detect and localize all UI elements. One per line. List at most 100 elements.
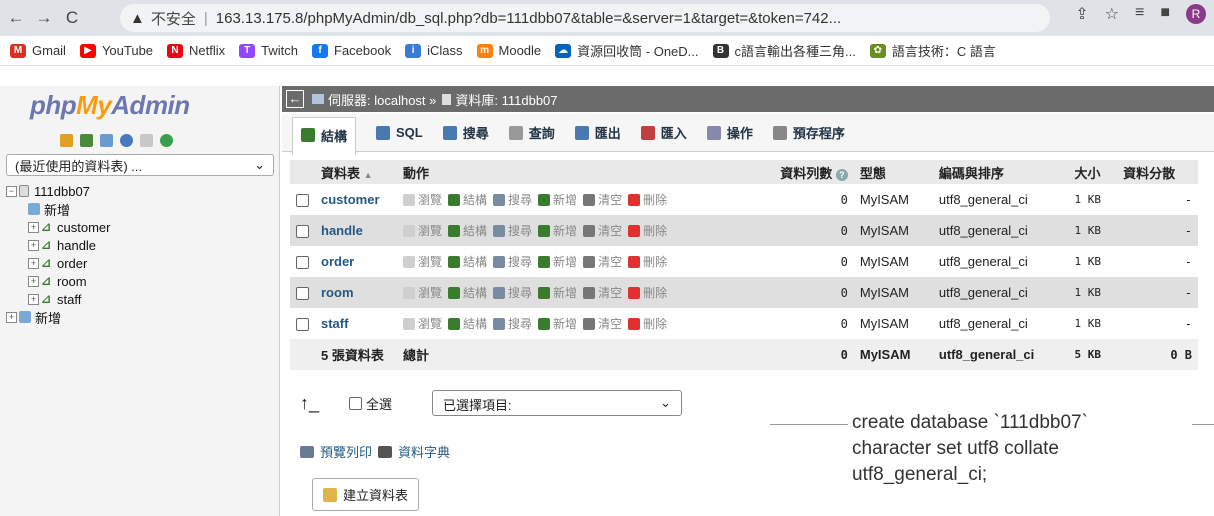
collapse-nav-button[interactable]: ← [286, 90, 304, 108]
help-icon[interactable]: ? [835, 168, 848, 181]
reload-button[interactable]: C [60, 8, 84, 28]
action-insert[interactable]: 新增 [538, 286, 577, 300]
header-overhead[interactable]: 資料分散 [1117, 160, 1198, 184]
row-checkbox[interactable] [296, 225, 309, 239]
expand-icon[interactable]: + [28, 239, 39, 251]
header-size[interactable]: 大小 [1068, 160, 1118, 184]
expand-icon[interactable]: + [28, 221, 39, 233]
row-checkbox[interactable] [296, 318, 309, 332]
action-search[interactable]: 搜尋 [493, 193, 532, 207]
action-structure[interactable]: 結構 [448, 255, 487, 269]
tree-table-customer[interactable]: + ⊿ customer [6, 218, 278, 236]
action-empty[interactable]: 清空 [583, 193, 622, 207]
bookmark-3[interactable]: T Twitch [239, 43, 298, 58]
tree-table-room[interactable]: + ⊿ room [6, 272, 278, 290]
action-empty[interactable]: 清空 [583, 255, 622, 269]
action-insert[interactable]: 新增 [538, 255, 577, 269]
tab-export[interactable]: 匯出 [574, 123, 621, 142]
action-empty[interactable]: 清空 [583, 286, 622, 300]
action-browse[interactable]: 瀏覽 [403, 193, 442, 207]
expand-icon[interactable]: + [28, 275, 39, 287]
tree-table-label[interactable]: room [57, 274, 87, 289]
bookmark-0[interactable]: M Gmail [10, 43, 66, 58]
window-icon[interactable]: ■ [1160, 4, 1170, 24]
print-view-link[interactable]: 預覽列印 [320, 442, 372, 461]
tree-table-label[interactable]: order [57, 256, 87, 271]
breadcrumb-database[interactable]: 資料庫: 111dbb07 [455, 90, 557, 109]
collapse-icon[interactable]: − [6, 185, 17, 197]
action-search[interactable]: 搜尋 [493, 317, 532, 331]
tree-new-table[interactable]: 新增 [6, 200, 278, 218]
action-drop[interactable]: 刪除 [628, 286, 667, 300]
phpmyadmin-logo[interactable]: phpMyAdmin [30, 90, 190, 121]
tree-new-label[interactable]: 新增 [44, 200, 70, 219]
help-icon[interactable] [120, 134, 133, 147]
tree-new-db-label[interactable]: 新增 [35, 308, 61, 327]
bookmark-6[interactable]: m Moodle [476, 43, 541, 58]
star-icon[interactable]: ☆ [1105, 4, 1119, 24]
tree-table-label[interactable]: customer [57, 220, 110, 235]
home-icon[interactable] [60, 134, 73, 147]
action-empty[interactable]: 清空 [583, 317, 622, 331]
action-structure[interactable]: 結構 [448, 317, 487, 331]
tab-sql[interactable]: SQL [376, 125, 423, 140]
bookmark-8[interactable]: Bc語言輸出各種三角... [712, 41, 856, 60]
table-name-link[interactable]: customer [315, 184, 397, 215]
tab-wrench[interactable]: 操作 [706, 123, 753, 142]
action-search[interactable]: 搜尋 [493, 224, 532, 238]
tree-table-handle[interactable]: + ⊿ handle [6, 236, 278, 254]
data-dictionary-link[interactable]: 資料字典 [398, 442, 450, 461]
share-icon[interactable]: ⇪ [1075, 4, 1088, 24]
action-drop[interactable]: 刪除 [628, 224, 667, 238]
reload-nav-icon[interactable] [160, 134, 173, 147]
tab-search[interactable]: 搜尋 [442, 123, 489, 142]
action-insert[interactable]: 新增 [538, 317, 577, 331]
table-name-link[interactable]: order [315, 246, 397, 277]
action-drop[interactable]: 刪除 [628, 255, 667, 269]
row-size[interactable]: 1 KB [1068, 215, 1118, 246]
action-structure[interactable]: 結構 [448, 224, 487, 238]
action-browse[interactable]: 瀏覽 [403, 255, 442, 269]
bookmark-2[interactable]: N Netflix [167, 43, 225, 58]
tree-new-db[interactable]: + 新增 [6, 308, 278, 326]
header-type[interactable]: 型態 [853, 160, 933, 184]
tree-table-label[interactable]: staff [57, 292, 81, 307]
action-structure[interactable]: 結構 [448, 193, 487, 207]
header-rows[interactable]: 資料列數 ? [753, 160, 854, 184]
expand-icon[interactable]: + [6, 311, 17, 323]
row-size[interactable]: 1 KB [1068, 308, 1118, 339]
docs-icon[interactable] [140, 134, 153, 147]
bookmark-1[interactable]: ▶ YouTube [79, 43, 153, 58]
table-name-link[interactable]: handle [315, 215, 397, 246]
back-button[interactable]: ← [4, 8, 28, 28]
row-size[interactable]: 1 KB [1068, 184, 1118, 215]
tab-routines[interactable]: 預存程序 [772, 123, 845, 142]
header-collation[interactable]: 編碼與排序 [932, 160, 1069, 184]
row-checkbox[interactable] [296, 287, 309, 301]
action-browse[interactable]: 瀏覽 [403, 317, 442, 331]
header-table[interactable]: 資料表 ▲ [315, 160, 397, 184]
tab-query[interactable]: 查詢 [508, 123, 555, 142]
action-insert[interactable]: 新增 [538, 224, 577, 238]
bookmark-5[interactable]: i iClass [405, 43, 463, 58]
row-size[interactable]: 1 KB [1068, 277, 1118, 308]
bookmark-7[interactable]: ☁ 資源回收筒 - OneD... [555, 41, 699, 60]
with-selected-select[interactable]: 已選擇項目: ⌄ [432, 390, 683, 416]
tab-import[interactable]: 匯入 [640, 123, 687, 142]
table-name-link[interactable]: room [315, 277, 397, 308]
check-all-checkbox[interactable] [349, 396, 363, 410]
table-name-link[interactable]: staff [315, 308, 397, 339]
row-size[interactable]: 1 KB [1068, 246, 1118, 277]
action-empty[interactable]: 清空 [583, 224, 622, 238]
forward-button[interactable]: → [32, 8, 56, 28]
action-drop[interactable]: 刪除 [628, 317, 667, 331]
breadcrumb-server[interactable]: 伺服器: localhost » [328, 90, 436, 109]
query-window-icon[interactable] [100, 134, 113, 147]
action-browse[interactable]: 瀏覽 [403, 224, 442, 238]
recent-tables-select[interactable]: (最近使用的資料表) ... ⌄ [6, 154, 274, 176]
tree-table-order[interactable]: + ⊿ order [6, 254, 278, 272]
profile-avatar[interactable]: R [1186, 4, 1206, 24]
tree-db-row[interactable]: − 111dbb07 [6, 182, 278, 200]
create-table-button[interactable]: 建立資料表 [312, 478, 420, 511]
action-search[interactable]: 搜尋 [493, 286, 532, 300]
